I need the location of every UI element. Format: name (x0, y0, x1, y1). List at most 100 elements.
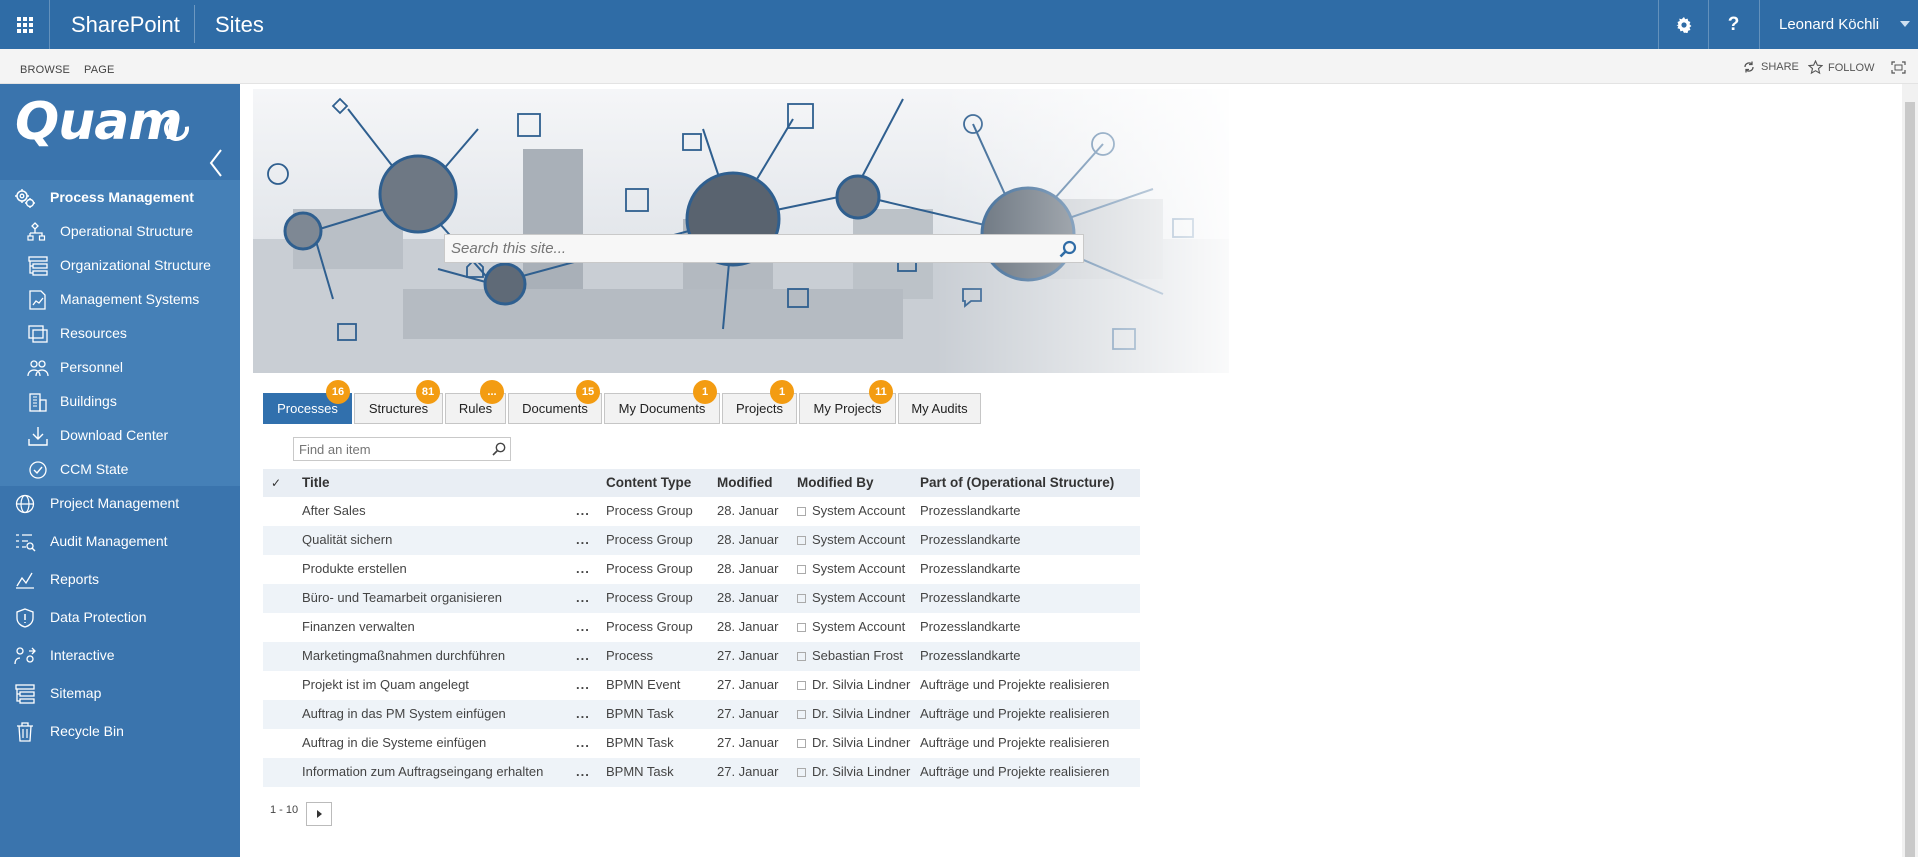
sites-link[interactable]: Sites (215, 0, 264, 49)
row-modified-by[interactable]: System Account (797, 555, 905, 583)
row-title-link[interactable]: Büro- und Teamarbeit organisieren (302, 584, 502, 612)
user-menu[interactable]: Leonard Köchli (1759, 0, 1918, 49)
row-part-of[interactable]: Aufträge und Projekte realisieren (920, 758, 1109, 786)
row-modified-by[interactable]: Dr. Silvia Lindner (797, 700, 910, 728)
row-menu-ellipsis-icon[interactable]: ... (576, 497, 590, 525)
nav-personnel[interactable]: Personnel (0, 350, 240, 384)
row-modified-by[interactable]: System Account (797, 526, 905, 554)
row-modified-by[interactable]: System Account (797, 584, 905, 612)
nav-interactive[interactable]: Interactive (0, 638, 240, 672)
row-menu-ellipsis-icon[interactable]: ... (576, 584, 590, 612)
tab-projects[interactable]: Projects 1 (722, 380, 797, 424)
page-scrollbar-thumb[interactable] (1905, 102, 1915, 857)
row-menu-ellipsis-icon[interactable]: ... (576, 729, 590, 757)
nav-reports[interactable]: Reports (0, 562, 240, 596)
tab-processes[interactable]: Processes 16 (263, 380, 352, 424)
nav-recycle-bin[interactable]: Recycle Bin (0, 714, 240, 748)
table-row[interactable]: Auftrag in das PM System einfügen... BPMN… (263, 700, 1140, 729)
nav-sitemap[interactable]: Sitemap (0, 676, 240, 710)
row-title-link[interactable]: Produkte erstellen (302, 555, 407, 583)
row-modified-by[interactable]: System Account (797, 497, 905, 525)
row-menu-ellipsis-icon[interactable]: ... (576, 526, 590, 554)
table-row[interactable]: Finanzen verwalten... Process Group 28. Ja… (263, 613, 1140, 642)
share-button[interactable]: SHARE (1742, 60, 1799, 74)
select-all-checkmark-icon[interactable]: ✓ (271, 469, 281, 497)
settings-gear-icon[interactable] (1658, 0, 1708, 49)
nav-ccm-state[interactable]: CCM State (0, 452, 240, 486)
row-title-link[interactable]: After Sales (302, 497, 366, 525)
table-row[interactable]: Büro- und Teamarbeit organisieren... Proc… (263, 584, 1140, 613)
nav-download-center[interactable]: Download Center (0, 418, 240, 452)
tab-my-projects[interactable]: My Projects 11 (799, 380, 896, 424)
row-modified-by[interactable]: System Account (797, 613, 905, 641)
column-header-title[interactable]: Title (302, 469, 330, 497)
column-header-modified-by[interactable]: Modified By (797, 469, 874, 497)
nav-operational-structure[interactable]: Operational Structure (0, 214, 240, 248)
nav-organizational-structure[interactable]: Organizational Structure (0, 248, 240, 282)
row-menu-ellipsis-icon[interactable]: ... (576, 758, 590, 786)
app-launcher-icon[interactable] (0, 0, 50, 49)
tab-my-documents[interactable]: My Documents 1 (604, 380, 720, 424)
table-row[interactable]: Projekt ist im Quam angelegt... BPMN Even… (263, 671, 1140, 700)
row-modified-by-name: Dr. Silvia Lindner (812, 706, 911, 721)
help-icon[interactable]: ? (1708, 0, 1758, 49)
search-icon[interactable] (1053, 235, 1083, 262)
row-part-of[interactable]: Prozesslandkarte (920, 584, 1020, 612)
row-title-link[interactable]: Auftrag in die Systeme einfügen (302, 729, 486, 757)
row-title-link[interactable]: Projekt ist im Quam angelegt (302, 671, 469, 699)
row-part-of[interactable]: Prozesslandkarte (920, 497, 1020, 525)
ribbon-tab-browse[interactable]: BROWSE (20, 64, 70, 76)
nav-data-protection[interactable]: Data Protection (0, 600, 240, 634)
collapse-nav-chevron-icon[interactable] (208, 148, 224, 178)
focus-mode-icon[interactable] (1891, 61, 1906, 74)
row-title-link[interactable]: Information zum Auftragseingang erhalten (302, 758, 543, 786)
row-part-of[interactable]: Prozesslandkarte (920, 555, 1020, 583)
tab-rules[interactable]: Rules ... (445, 380, 506, 424)
nav-management-systems[interactable]: Management Systems (0, 282, 240, 316)
row-part-of[interactable]: Aufträge und Projekte realisieren (920, 729, 1109, 757)
column-header-modified[interactable]: Modified (717, 469, 773, 497)
row-menu-ellipsis-icon[interactable]: ... (576, 671, 590, 699)
row-title-link[interactable]: Finanzen verwalten (302, 613, 415, 641)
column-header-content-type[interactable]: Content Type (606, 469, 691, 497)
column-header-part-of[interactable]: Part of (Operational Structure) (920, 469, 1114, 497)
sharepoint-brand[interactable]: SharePoint (71, 0, 180, 49)
ribbon-tab-page[interactable]: PAGE (84, 64, 115, 76)
row-menu-ellipsis-icon[interactable]: ... (576, 700, 590, 728)
row-modified-by[interactable]: Dr. Silvia Lindner (797, 671, 910, 699)
row-title-link[interactable]: Qualität sichern (302, 526, 392, 554)
tab-documents[interactable]: Documents 15 (508, 380, 602, 424)
row-part-of[interactable]: Prozesslandkarte (920, 642, 1020, 670)
row-title-link[interactable]: Auftrag in das PM System einfügen (302, 700, 506, 728)
table-row[interactable]: Auftrag in die Systeme einfügen... BPMN T… (263, 729, 1140, 758)
nav-resources[interactable]: Resources (0, 316, 240, 350)
table-row[interactable]: Produkte erstellen... Process Group 28. Ja… (263, 555, 1140, 584)
row-title-link[interactable]: Marketingmaßnahmen durchführen (302, 642, 505, 670)
table-row[interactable]: Qualität sichern... Process Group 28. Janu… (263, 526, 1140, 555)
row-menu-ellipsis-icon[interactable]: ... (576, 642, 590, 670)
nav-audit-management[interactable]: Audit Management (0, 524, 240, 558)
row-part-of[interactable]: Prozesslandkarte (920, 526, 1020, 554)
row-modified-by[interactable]: Dr. Silvia Lindner (797, 758, 910, 786)
row-menu-ellipsis-icon[interactable]: ... (576, 555, 590, 583)
site-search-input[interactable] (445, 235, 1055, 262)
row-part-of[interactable]: Aufträge und Projekte realisieren (920, 700, 1109, 728)
next-page-button[interactable] (306, 802, 332, 826)
row-modified-by[interactable]: Sebastian Frost (797, 642, 903, 670)
table-row[interactable]: After Sales... Process Group 28. Januar Sys… (263, 497, 1140, 526)
nav-project-management[interactable]: Project Management (0, 486, 240, 520)
nav-buildings[interactable]: Buildings (0, 384, 240, 418)
table-row[interactable]: Information zum Auftragseingang erhalten… (263, 758, 1140, 787)
row-part-of[interactable]: Aufträge und Projekte realisieren (920, 671, 1109, 699)
follow-button[interactable]: FOLLOW (1808, 60, 1874, 75)
tab-structures[interactable]: Structures 81 (354, 380, 443, 424)
nav-process-management[interactable]: Process Management (0, 180, 240, 214)
row-modified-by[interactable]: Dr. Silvia Lindner (797, 729, 910, 757)
row-menu-ellipsis-icon[interactable]: ... (576, 613, 590, 641)
row-part-of[interactable]: Prozesslandkarte (920, 613, 1020, 641)
quam-logo[interactable]: Quam (15, 92, 182, 152)
search-icon[interactable] (491, 441, 507, 457)
tab-my-audits[interactable]: My Audits (898, 393, 981, 424)
find-item-input[interactable] (294, 438, 484, 460)
table-row[interactable]: Marketingmaßnahmen durchführen... Process… (263, 642, 1140, 671)
